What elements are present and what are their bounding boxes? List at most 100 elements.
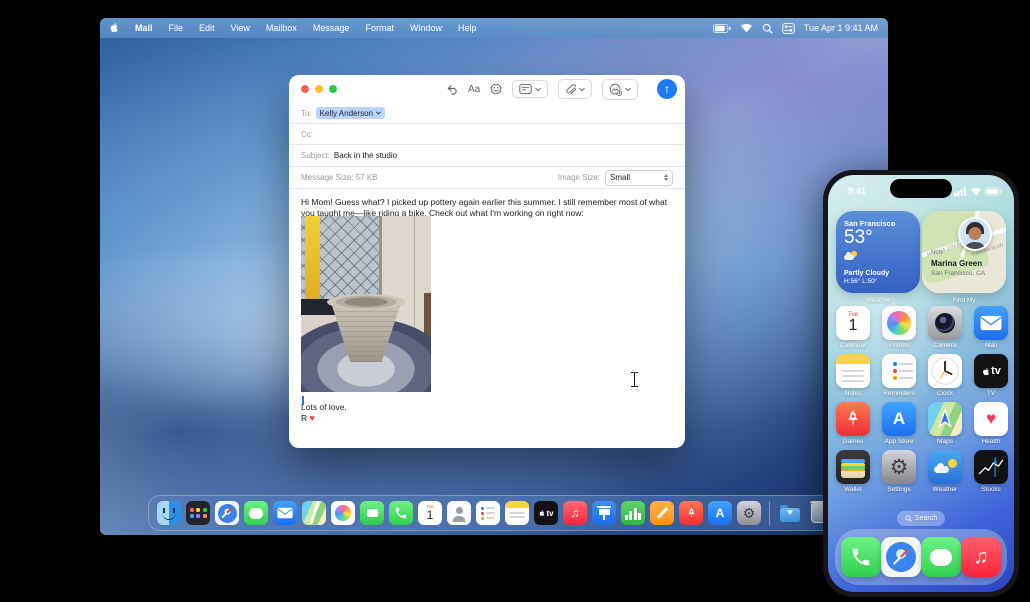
app-mail[interactable]: Mail — [968, 306, 1014, 349]
dock-notes-icon[interactable] — [505, 501, 529, 525]
iphone-dock-messages-icon[interactable] — [921, 537, 961, 577]
wifi-icon[interactable] — [740, 23, 753, 33]
dock-tv-icon[interactable]: tv — [534, 501, 558, 525]
chevron-down-icon — [625, 87, 631, 91]
pottery-photo-attachment[interactable] — [301, 216, 431, 392]
message-size-row: Message Size: 57 KB Image Size: Small — [289, 167, 685, 189]
menu-message[interactable]: Message — [305, 23, 358, 33]
dock-keynote-icon[interactable] — [592, 501, 616, 525]
menu-edit[interactable]: Edit — [191, 23, 223, 33]
dock-mail-icon[interactable] — [273, 501, 297, 525]
app-calendar[interactable]: Tue 1 Calendar — [830, 306, 876, 349]
dock-safari-icon[interactable] — [215, 501, 239, 525]
signature-initial: R — [301, 412, 308, 423]
subject-field-row[interactable]: Subject: Back in the studio — [289, 145, 685, 167]
memoji-location-pin — [958, 217, 992, 251]
app-appstore[interactable]: A App Store — [876, 402, 922, 445]
envelope-icon — [980, 315, 1002, 331]
dock-appstore-icon[interactable]: A — [708, 501, 732, 525]
chevron-down-icon — [579, 87, 585, 91]
dock-maps-icon[interactable] — [302, 501, 326, 525]
to-field-row[interactable]: To: Kelly Anderson — [289, 103, 685, 124]
control-center-icon[interactable] — [782, 22, 795, 34]
chevron-down-icon — [535, 87, 541, 91]
menu-window[interactable]: Window — [402, 23, 450, 33]
weather-widget[interactable]: San Francisco 53° Partly Cloudy H:56° L:… — [836, 211, 920, 293]
recipient-token[interactable]: Kelly Anderson — [315, 107, 386, 119]
app-notes[interactable]: Notes — [830, 354, 876, 397]
dock-phone-icon[interactable] — [389, 501, 413, 525]
send-button[interactable]: ↑ — [657, 79, 677, 99]
menu-bar: Mail File Edit View Mailbox Message Form… — [100, 18, 888, 38]
iphone-dock-safari-icon[interactable] — [881, 537, 921, 577]
dock-games-icon[interactable] — [679, 501, 703, 525]
app-camera[interactable]: Camera — [922, 306, 968, 349]
dock-music-icon[interactable]: ♫ — [563, 501, 587, 525]
findmy-widget[interactable]: MARINA GREEN DR MARINA BLVD Now Marina G… — [922, 211, 1006, 293]
chevron-down-icon — [376, 111, 381, 115]
dock-photos-icon[interactable] — [331, 501, 355, 525]
app-tv[interactable]: tv TV — [968, 354, 1014, 397]
header-fields-button[interactable] — [512, 80, 549, 98]
spotlight-search-icon[interactable] — [762, 23, 773, 34]
dock-reminders-icon[interactable] — [476, 501, 500, 525]
dock-calendar-icon[interactable]: Tue 1 — [418, 501, 442, 525]
close-button[interactable] — [301, 85, 309, 93]
battery-icon[interactable] — [712, 23, 731, 33]
menu-help[interactable]: Help — [450, 23, 485, 33]
app-stocks[interactable]: Stocks — [968, 450, 1014, 493]
apple-logo-icon — [540, 510, 545, 516]
app-games[interactable]: Games — [830, 402, 876, 445]
app-wallet[interactable]: Wallet — [830, 450, 876, 493]
app-clock[interactable]: Clock — [922, 354, 968, 397]
image-size-select[interactable]: Small — [605, 169, 673, 186]
insert-photo-button[interactable] — [602, 78, 639, 100]
rocket-icon — [687, 507, 695, 518]
dynamic-island — [890, 179, 952, 198]
apple-menu[interactable] — [100, 21, 127, 36]
menu-mailbox[interactable]: Mailbox — [258, 23, 305, 33]
iphone-dock: ♫ — [835, 529, 1007, 585]
iphone-dock-phone-icon[interactable] — [841, 537, 881, 577]
paperclip-icon — [566, 84, 577, 95]
menu-mail[interactable]: Mail — [127, 23, 161, 33]
dock-pages-icon[interactable] — [650, 501, 674, 525]
menu-bar-clock[interactable]: Tue Apr 1 9:41 AM — [804, 23, 878, 33]
dock-messages-icon[interactable] — [244, 501, 268, 525]
minimize-button[interactable] — [315, 85, 323, 93]
signature-block[interactable]: Lots of love, R ♥ — [301, 402, 347, 424]
app-weather[interactable]: Weather — [922, 450, 968, 493]
zoom-button[interactable] — [329, 85, 337, 93]
battery-icon — [985, 186, 1002, 196]
iphone-dock-music-icon[interactable]: ♫ — [961, 537, 1001, 577]
spotlight-search-pill[interactable]: Search — [896, 511, 946, 526]
undo-button[interactable] — [445, 83, 458, 95]
mac-dock: Tue 1 tv ♫ A ⚙ — [148, 495, 840, 531]
dock-facetime-icon[interactable] — [360, 501, 384, 525]
menu-view[interactable]: View — [223, 23, 258, 33]
app-settings[interactable]: ⚙ Settings — [876, 450, 922, 493]
search-icon — [905, 515, 912, 522]
app-photos[interactable]: Photos — [876, 306, 922, 349]
findmy-location: San Francisco, CA — [931, 270, 986, 278]
menu-format[interactable]: Format — [357, 23, 402, 33]
rocket-icon — [848, 410, 858, 426]
cc-field-row[interactable]: Cc: — [289, 124, 685, 145]
format-button[interactable]: Aa — [468, 84, 480, 95]
dock-contacts-icon[interactable] — [447, 501, 471, 525]
dock-downloads-icon[interactable] — [778, 501, 802, 525]
app-reminders[interactable]: Reminders — [876, 354, 922, 397]
header-fields-icon — [519, 84, 532, 94]
app-health[interactable]: ♥ Health — [968, 402, 1014, 445]
apple-logo-icon — [983, 367, 990, 375]
stock-chart-icon — [978, 457, 1004, 477]
dock-finder-icon[interactable] — [157, 501, 181, 525]
attach-button[interactable] — [558, 79, 593, 99]
dock-numbers-icon[interactable] — [621, 501, 645, 525]
dock-launchpad-icon[interactable] — [186, 501, 210, 525]
weather-temperature: 53° — [844, 227, 873, 248]
app-maps[interactable]: Maps — [922, 402, 968, 445]
dock-settings-icon[interactable]: ⚙ — [737, 501, 761, 525]
emoji-button[interactable] — [490, 83, 502, 95]
menu-file[interactable]: File — [161, 23, 192, 33]
